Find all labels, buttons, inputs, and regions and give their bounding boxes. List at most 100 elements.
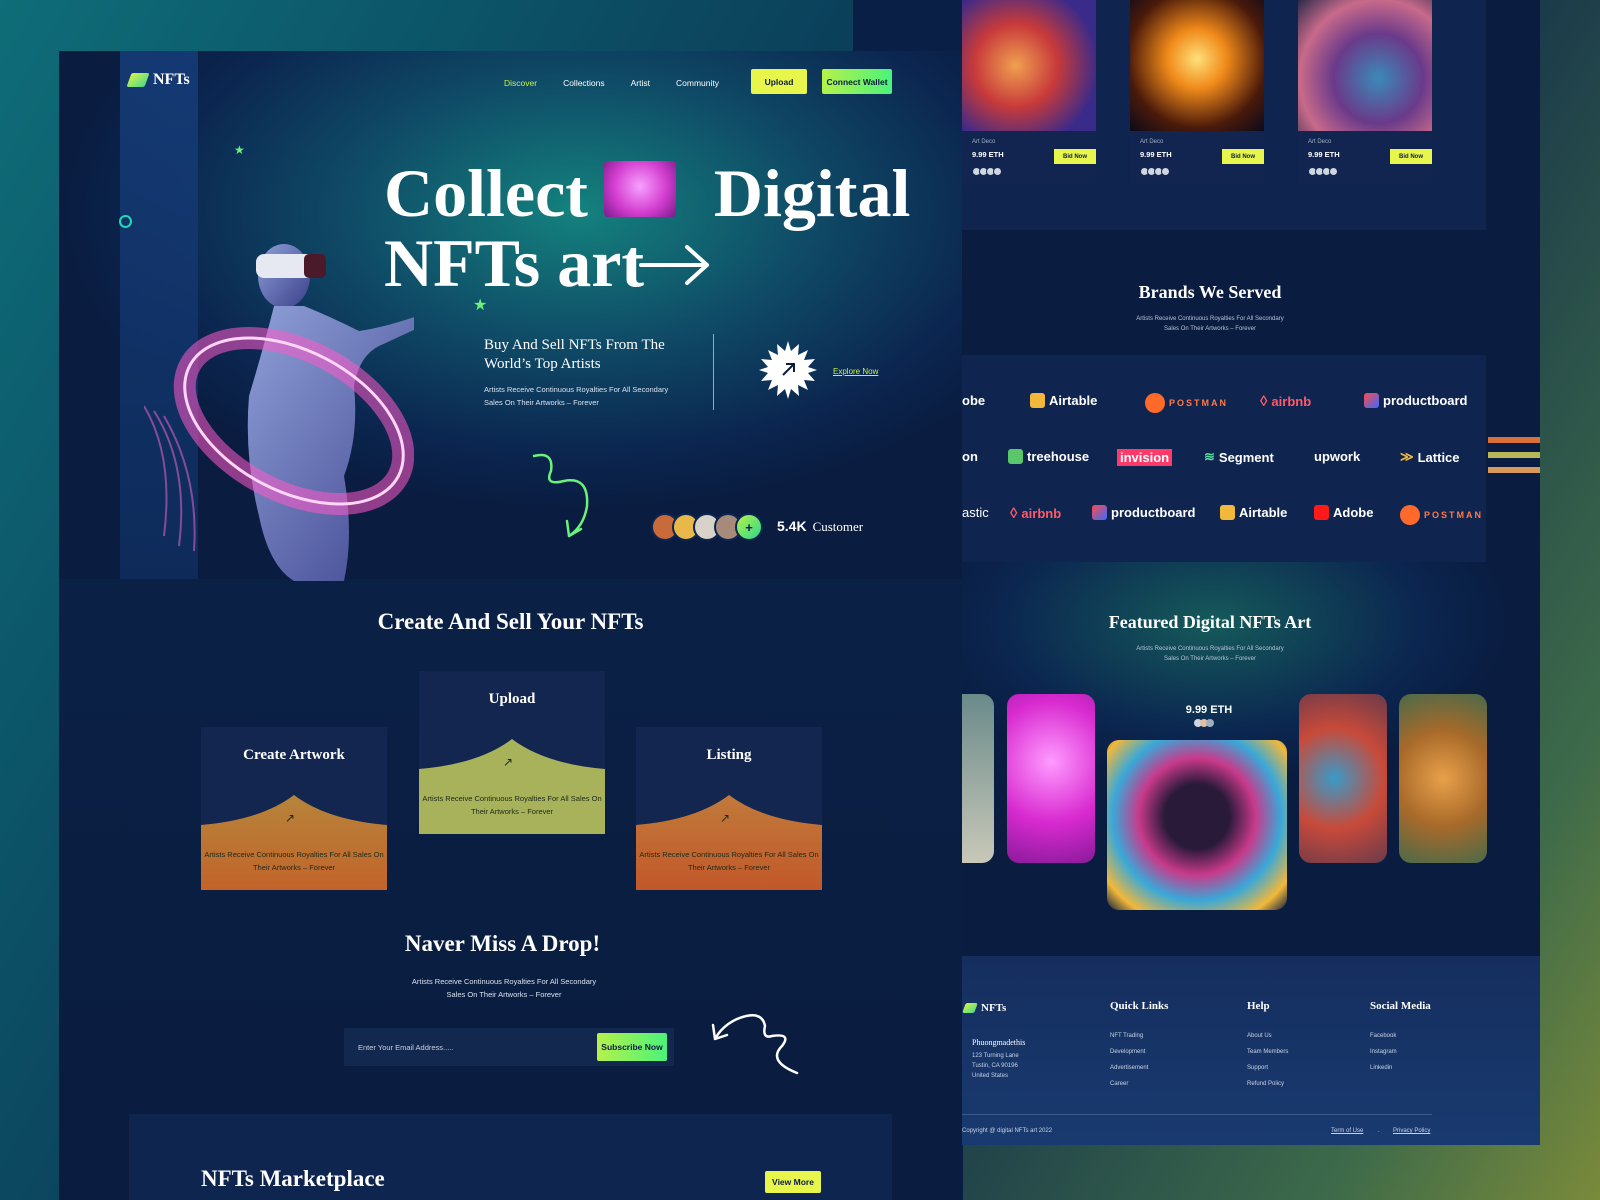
explore-now-link[interactable]: Explore Now — [833, 367, 878, 376]
treehouse-icon — [1008, 449, 1023, 464]
footer-link[interactable]: Development — [1110, 1049, 1145, 1055]
hero-word-digital: Digital — [713, 155, 911, 231]
hero-nft-thumbnail — [604, 161, 676, 217]
upload-card[interactable]: Upload ↗ Artists Receive Continuous Roya… — [419, 671, 605, 834]
lattice-icon: ≫ — [1400, 449, 1414, 464]
hero-word-nfts-art: NFTs art — [384, 225, 645, 301]
footer-link[interactable]: About Us — [1247, 1033, 1272, 1039]
drop-description: Artists Receive Continuous Royalties For… — [411, 977, 597, 999]
featured-nft-card[interactable] — [962, 694, 994, 863]
terms-link[interactable]: Term of Use — [1331, 1128, 1363, 1134]
nft-card[interactable]: Art Deco 9.99 ETH Bid Now — [962, 0, 1096, 183]
brand-productboard: productboard — [1364, 393, 1468, 408]
nav-community[interactable]: Community — [676, 78, 719, 88]
nft-tag: Art Deco — [972, 139, 996, 145]
brand-postman: POSTMAN — [1400, 505, 1483, 525]
upload-button[interactable]: Upload — [751, 69, 807, 94]
featured-nft-card[interactable] — [1007, 694, 1095, 863]
brand-treehouse: treehouse — [1008, 449, 1089, 464]
create-artwork-card[interactable]: Create Artwork ↗ Artists Receive Continu… — [201, 727, 387, 890]
footer-link[interactable]: Career — [1110, 1081, 1128, 1087]
nav-discover[interactable]: Discover — [504, 78, 537, 88]
brand-segment: ≋ Segment — [1204, 449, 1274, 465]
footer-link[interactable]: Instagram — [1370, 1049, 1397, 1055]
nft-price: 9.99 ETH — [972, 150, 1004, 159]
postman-icon — [1400, 505, 1420, 525]
privacy-link[interactable]: Privacy Policy — [1393, 1128, 1430, 1134]
arrow-up-right-icon: ↗ — [503, 755, 514, 769]
featured-price: 9.99 ETH — [1185, 704, 1233, 716]
add-customer-button[interactable]: + — [735, 513, 763, 541]
featured-nft-card[interactable] — [1299, 694, 1387, 863]
listing-card[interactable]: Listing ↗ Artists Receive Continuous Roy… — [636, 727, 822, 890]
footer-link[interactable]: Team Members — [1247, 1049, 1288, 1055]
nft-price: 9.99 ETH — [1308, 150, 1340, 159]
airtable-icon — [1220, 505, 1235, 520]
brand-productboard: productboard — [1092, 505, 1196, 520]
hero-title-line2: NFTs art — [384, 229, 644, 297]
arrow-up-right-icon: ↗ — [285, 811, 296, 825]
hero-subtitle: Buy And Sell NFTs From The World’s Top A… — [484, 337, 665, 372]
footer-link[interactable]: Facebook — [1370, 1033, 1396, 1039]
footer-link[interactable]: Advertisement — [1110, 1065, 1148, 1071]
connect-wallet-button[interactable]: Connect Wallet — [822, 69, 892, 94]
footer: NFTs Phuongmadethis 123 Turning Lane Tus… — [962, 956, 1540, 1145]
card-wave-bg — [419, 739, 605, 834]
hero-word-collect: Collect — [384, 155, 588, 231]
productboard-icon — [1092, 505, 1107, 520]
brand-partial: on — [962, 449, 978, 464]
subscribe-button[interactable]: Subscribe Now — [597, 1033, 667, 1061]
vr-figure-illustration — [144, 244, 414, 581]
sparkle-star-icon: ★ — [473, 297, 488, 314]
bid-now-button[interactable]: Bid Now — [1390, 149, 1432, 164]
bid-now-button[interactable]: Bid Now — [1054, 149, 1096, 164]
footer-logo[interactable]: NFTs — [962, 1002, 1006, 1014]
bid-now-button[interactable]: Bid Now — [1222, 149, 1264, 164]
email-placeholder: Enter Your Email Address..... — [358, 1042, 454, 1052]
footer-link[interactable]: Support — [1247, 1065, 1268, 1071]
arrow-right-icon — [639, 245, 709, 285]
arrow-up-right-icon: ↗ — [720, 811, 731, 825]
nav-collections[interactable]: Collections — [563, 78, 605, 88]
nav-artist[interactable]: Artist — [631, 78, 650, 88]
brand-airbnb: ◊ airbnb — [1010, 505, 1062, 522]
airbnb-icon: ◊ — [1260, 393, 1268, 410]
footer-address-3: United States — [972, 1073, 1009, 1079]
footer-link[interactable]: Linkedin — [1370, 1065, 1392, 1071]
brand-adobe: obe — [962, 393, 986, 408]
main-nav: Discover Collections Artist Community — [504, 78, 719, 88]
featured-title: Featured Digital NFTs Art — [1108, 612, 1312, 632]
view-more-button[interactable]: View More — [765, 1171, 821, 1193]
logo-icon — [962, 1003, 978, 1013]
customer-avatars: + — [651, 513, 763, 541]
customer-count-label: Customer — [812, 519, 864, 534]
bidder-avatars — [1194, 719, 1214, 727]
customer-count-value: 5.4K — [777, 518, 807, 534]
nft-card[interactable]: Art Deco 9.99 ETH Bid Now — [1298, 0, 1432, 183]
curly-arrow-icon — [711, 1014, 799, 1075]
card-wave-bg — [636, 795, 822, 890]
brands-grid: obe Airtable POSTMAN ◊ airbnb productboar… — [962, 355, 1486, 562]
footer-link[interactable]: Refund Policy — [1247, 1081, 1284, 1087]
brand-invision: invision — [1117, 449, 1173, 466]
featured-nft-main-card[interactable] — [1107, 740, 1287, 910]
hero-divider — [713, 334, 714, 410]
card-title: Create Artwork — [243, 747, 345, 763]
brand-airtable: Airtable — [1030, 393, 1097, 408]
brands-description: Artists Receive Continuous Royalties For… — [1136, 316, 1284, 332]
footer-link[interactable]: NFT Trading — [1110, 1033, 1143, 1039]
brand-postman: POSTMAN — [1145, 393, 1228, 413]
logo-icon — [126, 73, 150, 87]
nft-card[interactable]: Art Deco 9.99 ETH Bid Now — [1130, 0, 1264, 183]
bidder-avatars — [1308, 167, 1338, 176]
nft-image — [1130, 0, 1264, 131]
explore-burst-icon[interactable] — [759, 341, 817, 399]
featured-nft-card[interactable] — [1399, 694, 1487, 863]
logo-text: NFTs — [153, 71, 190, 88]
drop-section-title: Naver Miss A Drop! — [404, 931, 601, 956]
logo[interactable]: NFTs — [126, 71, 190, 89]
postman-icon — [1145, 393, 1165, 413]
brand-lattice: ≫ Lattice — [1400, 449, 1460, 465]
decorative-stripes — [1488, 437, 1540, 482]
star-icon: ★ — [234, 143, 245, 157]
